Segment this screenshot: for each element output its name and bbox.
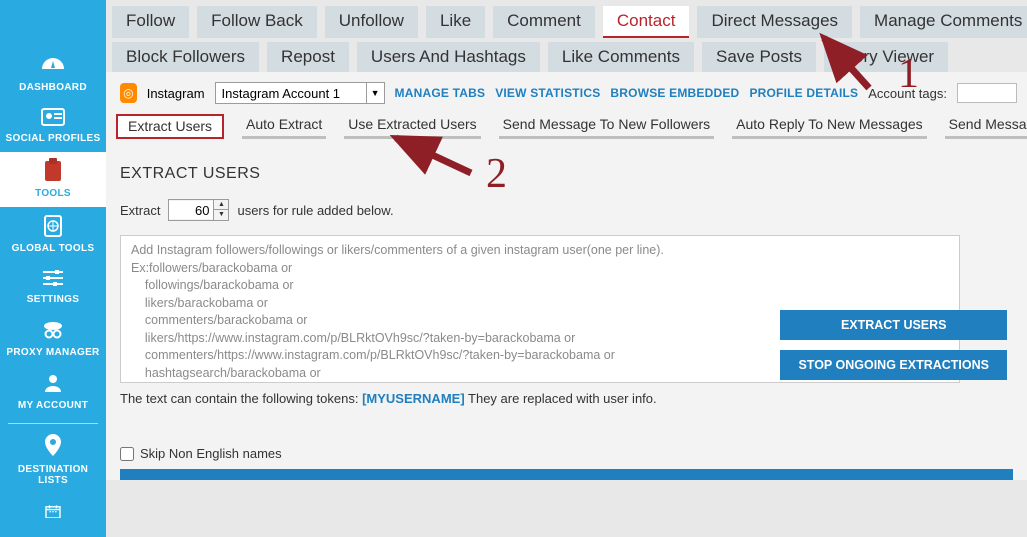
instagram-icon: ◎: [120, 83, 137, 103]
stepper-down-icon[interactable]: ▼: [214, 210, 228, 220]
sidebar-item-dashboard[interactable]: DASHBOARD: [0, 50, 106, 101]
sidebar-item-social-profiles[interactable]: SOCIAL PROFILES: [0, 101, 106, 152]
sidebar: DASHBOARD SOCIAL PROFILES TOOLS GLOBAL T…: [0, 0, 106, 537]
tab-comment[interactable]: Comment: [493, 6, 595, 38]
user-icon: [42, 372, 64, 398]
col-link: LINK: [320, 477, 833, 480]
page-title: EXTRACT USERS: [120, 165, 1013, 183]
subtab-extract-users[interactable]: Extract Users: [116, 114, 224, 139]
extract-users-button[interactable]: EXTRACT USERS: [780, 310, 1007, 340]
extract-label: Extract: [120, 203, 160, 218]
action-buttons: EXTRACT USERS STOP ONGOING EXTRACTIONS: [780, 310, 1007, 380]
sidebar-item-account[interactable]: MY ACCOUNT: [0, 366, 106, 419]
tab-story-viewer[interactable]: Story Viewer: [824, 42, 948, 72]
tab-like[interactable]: Like: [426, 6, 485, 38]
col-status: STATUS: [833, 477, 903, 480]
tab-follow[interactable]: Follow: [112, 6, 189, 38]
tab-contact[interactable]: Contact: [603, 6, 690, 38]
tab-follow-back[interactable]: Follow Back: [197, 6, 317, 38]
tab-manage-comments[interactable]: Manage Comments: [860, 6, 1027, 38]
pin-icon: [43, 434, 63, 462]
link-profile-details[interactable]: PROFILE DETAILS: [749, 86, 858, 100]
sidebar-item-global-tools[interactable]: GLOBAL TOOLS: [0, 207, 106, 262]
subtab-auto-reply[interactable]: Auto Reply To New Messages: [732, 114, 927, 139]
top-tabs-row-1: Follow Follow Back Unfollow Like Comment…: [106, 0, 1027, 38]
col-extracted: #EXTRACTED: [903, 477, 1003, 480]
annotation-number-2: 2: [486, 150, 507, 198]
col-date: DATE: [130, 477, 320, 480]
platform-label: Instagram: [147, 86, 205, 101]
link-view-stats[interactable]: VIEW STATISTICS: [495, 86, 600, 100]
clipboard-icon: [42, 158, 64, 186]
extract-count-stepper[interactable]: ▲ ▼: [168, 199, 229, 221]
sidebar-item-destination[interactable]: DESTINATION LISTS: [0, 428, 106, 494]
calendar-icon: [41, 500, 65, 522]
annotation-number-1: 1: [898, 50, 919, 98]
profiles-icon: [40, 107, 66, 131]
link-manage-tabs[interactable]: MANAGE TABS: [395, 86, 486, 100]
tab-like-comments[interactable]: Like Comments: [548, 42, 694, 72]
tab-repost[interactable]: Repost: [267, 42, 349, 72]
top-tabs-row-2: Block Followers Repost Users And Hashtag…: [106, 38, 1027, 72]
results-table-header: DATE LINK STATUS #EXTRACTED: [120, 469, 1013, 480]
tab-save-posts[interactable]: Save Posts: [702, 42, 816, 72]
subtab-send-messages[interactable]: Send Messages: [945, 114, 1027, 139]
account-dropdown[interactable]: Instagram Account 1 ▼: [215, 82, 385, 104]
subtab-auto-extract[interactable]: Auto Extract: [242, 114, 326, 139]
dashboard-icon: [40, 56, 66, 80]
sub-tabs: Extract Users Auto Extract Use Extracted…: [106, 110, 1027, 143]
globe-icon: [42, 213, 64, 241]
spy-icon: [41, 319, 65, 345]
account-selected: Instagram Account 1: [216, 86, 366, 101]
tab-users-hashtags[interactable]: Users And Hashtags: [357, 42, 540, 72]
account-bar: ◎ Instagram Instagram Account 1 ▼ MANAGE…: [106, 72, 1027, 110]
tab-block[interactable]: Block Followers: [112, 42, 259, 72]
account-tags-input[interactable]: [957, 83, 1017, 103]
chevron-down-icon[interactable]: ▼: [366, 83, 384, 103]
subtab-use-extracted[interactable]: Use Extracted Users: [344, 114, 480, 139]
stepper-up-icon[interactable]: ▲: [214, 200, 228, 210]
sidebar-item-tools[interactable]: TOOLS: [0, 152, 106, 207]
token-info: The text can contain the following token…: [120, 391, 1013, 406]
stop-extractions-button[interactable]: STOP ONGOING EXTRACTIONS: [780, 350, 1007, 380]
token-myusername: [MYUSERNAME]: [362, 391, 465, 406]
skip-non-english-checkbox[interactable]: [120, 447, 134, 461]
extract-suffix: users for rule added below.: [237, 203, 393, 218]
link-browse-embedded[interactable]: BROWSE EMBEDDED: [610, 86, 739, 100]
subtab-send-new-followers[interactable]: Send Message To New Followers: [499, 114, 715, 139]
tab-unfollow[interactable]: Unfollow: [325, 6, 418, 38]
main: Follow Follow Back Unfollow Like Comment…: [106, 0, 1027, 537]
sliders-icon: [41, 268, 65, 292]
sidebar-item-settings[interactable]: SETTINGS: [0, 262, 106, 313]
skip-label: Skip Non English names: [140, 446, 282, 461]
tab-dm[interactable]: Direct Messages: [697, 6, 852, 38]
extract-count-input[interactable]: [169, 201, 213, 219]
sidebar-item-extra[interactable]: [0, 494, 106, 524]
sidebar-item-proxy[interactable]: PROXY MANAGER: [0, 313, 106, 366]
